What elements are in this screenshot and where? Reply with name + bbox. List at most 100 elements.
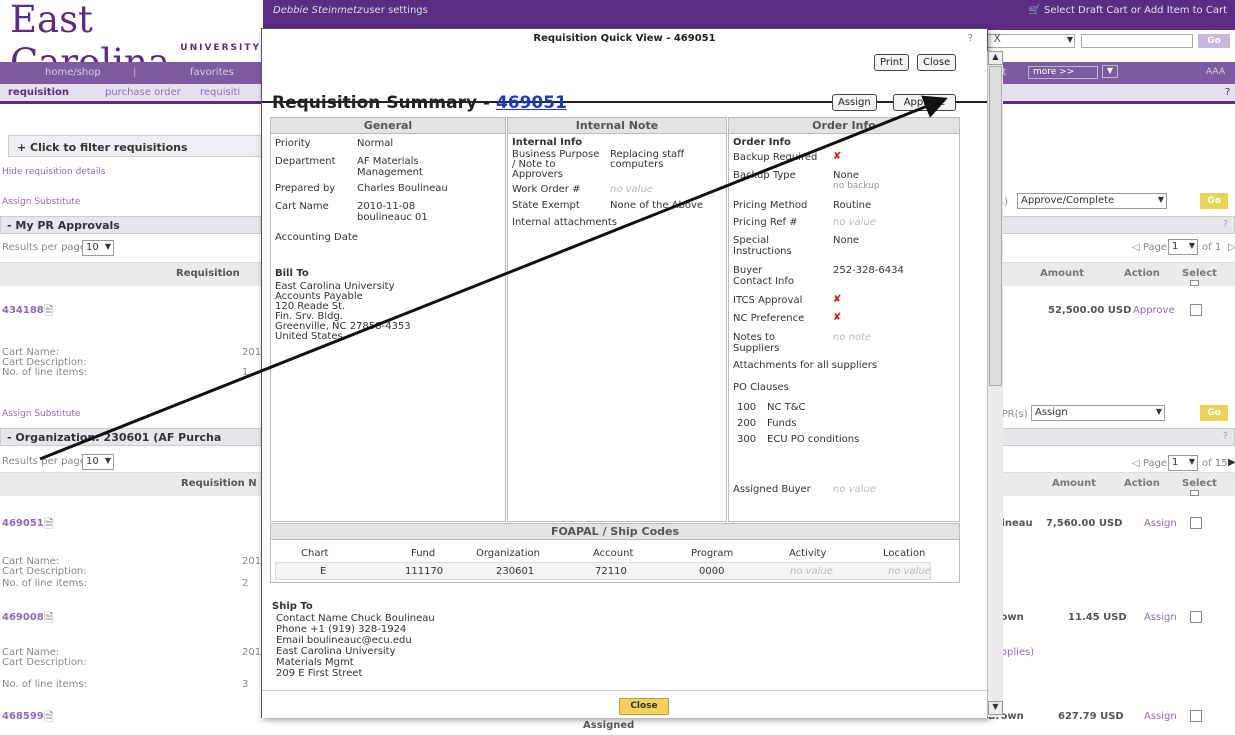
ecu-logo[interactable]: East Carolina UNIVERSITY [8,0,263,84]
scroll-down-icon[interactable]: ▼ [988,701,1003,715]
cart-year: 201 [242,556,262,567]
top-bar: Debbie Steinmetz user settings 🛒 Select … [263,0,1235,48]
assign-substitute-link-2[interactable]: Assign Substitute [2,409,80,419]
row-checkbox[interactable] [1190,517,1202,529]
tab-requisition[interactable]: requisition [8,87,69,98]
cart-go-button[interactable]: Go [1198,34,1230,48]
document-icon[interactable]: 🗎 [44,515,54,536]
x-icon: ✘ [833,294,842,305]
chevron-down-icon[interactable]: ▼ [1102,65,1118,78]
line-items-value: 3 [242,679,249,690]
close-button[interactable]: Close [619,698,669,715]
right-table-header-2: ner Amount Action Select [970,472,1235,496]
close-x-icon[interactable]: X [993,32,1001,45]
req-link-469051[interactable]: 469051 [2,518,44,529]
results-per-page-select[interactable]: 10 ▼ [82,240,114,256]
right-table-header: Amount Action Select [970,262,1235,286]
print-button[interactable]: Print [874,54,910,71]
line-items-value: 2 [242,578,249,589]
scroll-up-icon[interactable]: ▲ [988,51,1003,65]
row-checkbox[interactable] [1190,611,1202,623]
right-panel-header: ? [970,216,1235,234]
chevron-down-icon: ▼ [1155,407,1162,416]
close-button-top[interactable]: Close [917,54,957,71]
next-page-icon[interactable]: ▷ [1228,242,1235,253]
cart-year: 201 [242,347,262,358]
cart-desc-label: Cart Description: [2,566,87,577]
nav-favorites[interactable]: favorites [190,67,234,78]
table-header-2: Requisition N [0,472,263,496]
tab-requisitions-2[interactable]: requisiti [200,87,240,98]
hide-details-link[interactable]: Hide requisition details [2,167,106,177]
general-header: General [271,118,505,134]
more-select[interactable]: more >> [1028,66,1098,79]
assign-link-1[interactable]: Assign [1144,518,1177,529]
page-of-2: of 15 [1202,458,1228,469]
row-checkbox[interactable] [1190,710,1202,722]
order-info-panel: Order Info Order Info Backup Required ✘ … [728,117,960,522]
approve-button[interactable]: Approve [893,94,956,111]
help-icon[interactable]: ? [968,33,973,44]
assigned-status: Assigned [583,720,635,731]
results-per-page-label-2: Results per page [2,456,87,467]
assign-link-3[interactable]: Assign [1144,711,1177,722]
chevron-down-icon: ▼ [1157,195,1164,204]
requisition-quick-view-dialog: Requisition Quick View - 469051 ? X Prin… [261,28,1003,718]
req-link-434188[interactable]: 434188 [2,305,44,316]
results-per-page-select-2[interactable]: 10 ▼ [82,454,114,470]
line-items-label: No. of line items: [2,367,87,378]
filter-toggle[interactable]: + Click to filter requisitions [17,141,188,154]
organization-header[interactable]: - Organization: 230601 (AF Purcha [0,428,263,446]
assign-link-2[interactable]: Assign [1144,612,1177,623]
help-icon[interactable]: ? [1225,87,1230,98]
scroll-thumb[interactable] [989,66,1002,386]
row-checkbox[interactable] [1190,304,1202,316]
go-button[interactable]: Go [1200,193,1228,209]
next-page-icon[interactable]: ▶ [1228,457,1235,468]
amount-468599: 627.79 USD [1058,711,1124,722]
chevron-down-icon: ▼ [1188,457,1195,466]
page-of: of 1 [1202,242,1222,253]
approve-complete-select[interactable]: Approve/Complete ▼ [1017,193,1167,209]
dialog-scrollbar[interactable]: ▲ ▼ [987,51,1003,717]
x-icon: ✘ [833,312,842,323]
logo-subtext: UNIVERSITY [180,43,261,53]
nav-home[interactable]: home/shop [45,67,101,78]
action-approve-link[interactable]: Approve [1133,305,1175,316]
assign-substitute-link[interactable]: Assign Substitute [2,197,80,207]
page-select-2[interactable]: 1 ▼ [1168,455,1198,471]
tab-purchase-order[interactable]: purchase order [105,87,181,98]
requisition-number-link[interactable]: 469051 [496,93,567,113]
document-icon[interactable]: 🗎 [44,609,54,630]
page-select[interactable]: 1 ▼ [1168,239,1198,255]
go-button-2[interactable]: Go [1200,405,1228,421]
assign-select[interactable]: Assign ▼ [1031,405,1165,421]
line-items-label: No. of line items: [2,578,87,589]
cart-icon: 🛒 [1028,5,1045,16]
internal-note-panel: Internal Note Internal Info Business Pur… [507,117,727,522]
page-label-2: ◁ Page [1132,458,1168,469]
req-link-469008[interactable]: 469008 [2,612,44,623]
filter-box[interactable]: + Click to filter requisitions [8,135,263,157]
cart-link[interactable]: 🛒 Select Draft Cart or Add Item to Cart [1028,5,1227,16]
line-items-value: 1 [242,367,249,378]
internal-note-header: Internal Note [508,118,726,134]
select-all-checkbox-2[interactable] [1190,490,1199,496]
document-icon[interactable]: 🗎 [44,708,54,729]
cart-desc-label: Cart Description: [2,657,87,668]
page-label: ◁ Page [1132,242,1168,253]
table-header: Requisition [0,262,263,286]
assign-button[interactable]: Assign [832,94,877,111]
select-all-checkbox[interactable] [1190,280,1199,286]
amount-434188: 52,500.00 USD [1048,305,1132,316]
chevron-down-icon: ▼ [1066,35,1073,44]
my-pr-approvals-header[interactable]: - My PR Approvals [0,216,263,234]
cart-input[interactable] [1081,34,1193,48]
user-name[interactable]: Debbie Steinmetz [273,5,362,16]
req-link-468599[interactable]: 468599 [2,711,44,722]
dialog-title: Requisition Quick View - 469051 [262,29,987,51]
text-size-control[interactable]: AAA [1206,67,1225,77]
cart-year: 201 [242,647,262,658]
document-icon[interactable]: 🗎 [44,302,54,323]
user-settings-link[interactable]: user settings [363,5,428,16]
